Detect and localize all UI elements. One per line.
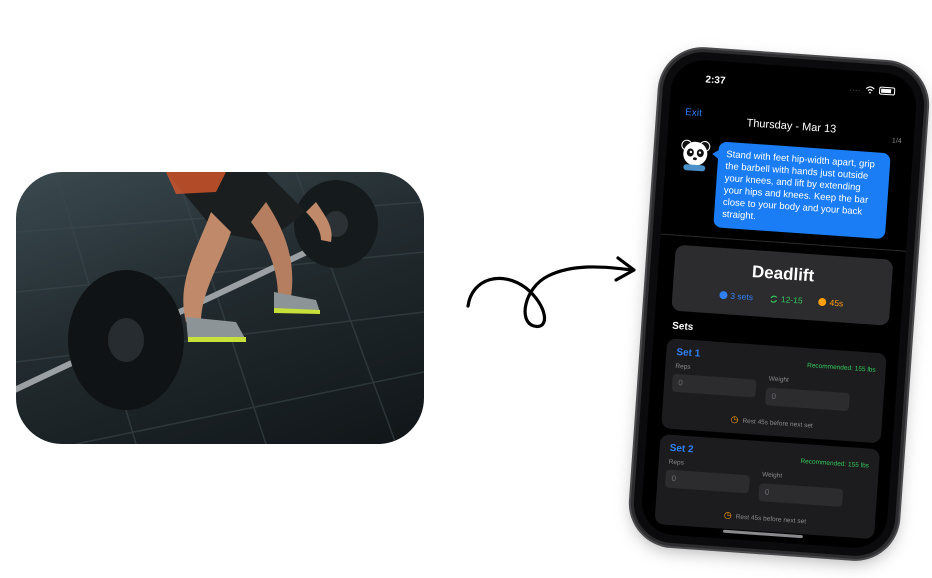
dynamic-island xyxy=(756,72,832,99)
coach-message-bubble: Stand with feet hip-width apart, grip th… xyxy=(713,141,891,240)
weight-label: Weight xyxy=(761,471,783,480)
battery-icon xyxy=(878,86,896,96)
exercise-name: Deadlift xyxy=(751,262,815,286)
recommended-weight: Recommended: 155 lbs xyxy=(806,362,876,374)
set-card: Set 1 Recommended: 155 lbs Reps 0 Weight… xyxy=(661,338,887,444)
status-time: 2:37 xyxy=(705,74,726,87)
sets-heading: Sets xyxy=(671,320,694,334)
exercise-meta: 3 sets 12-15 45s xyxy=(672,287,890,312)
wifi-icon xyxy=(865,86,875,94)
panda-icon xyxy=(681,139,711,172)
timer-icon xyxy=(818,297,827,307)
rest-note: ◷ Rest 45s before next set xyxy=(655,505,875,531)
curly-arrow-icon xyxy=(466,256,636,328)
workout-date-title: Thursday - Mar 13 xyxy=(746,117,837,136)
sets-count-label: 3 sets xyxy=(730,290,754,303)
set-title: Set 1 xyxy=(675,346,701,360)
deadlift-photo-illustration xyxy=(16,172,424,444)
weight-input[interactable]: 0 xyxy=(758,483,844,507)
sets-count: 3 sets xyxy=(719,290,753,302)
rest-note-text: Rest 45s before next set xyxy=(735,513,807,526)
reps-range: 12-15 xyxy=(769,293,804,306)
timer-icon: ◷ xyxy=(730,413,739,425)
timer-icon: ◷ xyxy=(723,509,733,521)
rest-note-text: Rest 45s before next set xyxy=(742,417,813,430)
phone-frame: 2:37 .... Exit Thursday - Mar 13 1/4 Sta… xyxy=(631,49,927,559)
reps-label: Reps xyxy=(668,458,685,467)
set-title: Set 2 xyxy=(669,442,694,456)
weight-input[interactable]: 0 xyxy=(764,387,850,412)
phone-mockup: 2:37 .... Exit Thursday - Mar 13 1/4 Sta… xyxy=(631,49,927,559)
reps-label: Reps xyxy=(675,362,691,371)
reps-range-label: 12-15 xyxy=(780,294,804,306)
reps-input[interactable]: 0 xyxy=(671,373,757,398)
exercise-summary-card: Deadlift 3 sets 12-15 45s xyxy=(671,244,894,326)
weight-label: Weight xyxy=(768,375,790,384)
workout-progress: 1/4 xyxy=(891,137,902,146)
rest-note: ◷ Rest 45s before next set xyxy=(662,409,882,435)
reps-input[interactable]: 0 xyxy=(664,469,750,494)
recommended-weight: Recommended: 155 lbs xyxy=(800,457,870,470)
set-count-icon xyxy=(719,290,728,300)
set-card: Set 2 Recommended: 155 lbs Reps 0 Weight… xyxy=(654,434,881,540)
deadlift-photo xyxy=(16,172,424,444)
repeat-icon xyxy=(770,295,777,303)
signal-icon: .... xyxy=(849,84,862,93)
rest-time: 45s xyxy=(818,297,844,309)
rest-time-label: 45s xyxy=(829,297,844,309)
status-icons: .... xyxy=(849,84,896,96)
app-screen: 2:37 .... Exit Thursday - Mar 13 1/4 Sta… xyxy=(639,57,919,551)
